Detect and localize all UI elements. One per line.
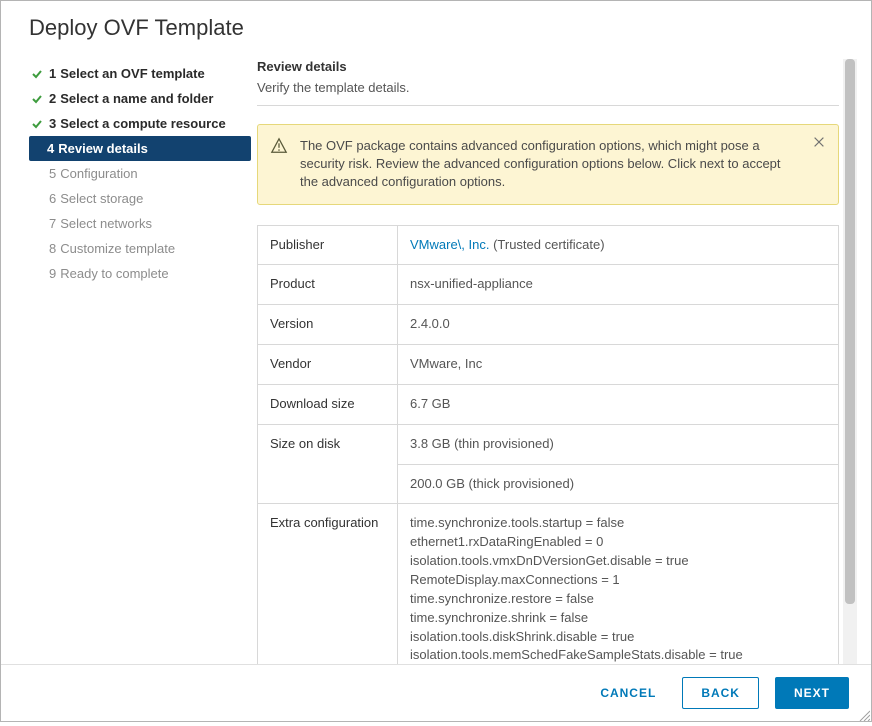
- vertical-scrollbar[interactable]: [843, 59, 857, 664]
- row-size-thin: Size on disk 3.8 GB (thin provisioned): [258, 424, 839, 464]
- step-label: Ready to complete: [60, 266, 168, 281]
- deploy-ovf-dialog: Deploy OVF Template 1 Select an OVF temp…: [1, 1, 871, 721]
- row-version: Version 2.4.0.0: [258, 305, 839, 345]
- publisher-link[interactable]: VMware\, Inc.: [410, 237, 489, 252]
- check-icon: [29, 118, 45, 130]
- check-icon: [29, 68, 45, 80]
- details-table: Publisher VMware\, Inc. (Trusted certifi…: [257, 225, 839, 664]
- cancel-button[interactable]: CANCEL: [590, 678, 666, 708]
- row-size-thick: 200.0 GB (thick provisioned): [258, 464, 839, 504]
- step-8: 8 Customize template: [29, 236, 251, 261]
- scrollbar-thumb[interactable]: [845, 59, 855, 604]
- dialog-title: Deploy OVF Template: [1, 1, 871, 51]
- step-7: 7 Select networks: [29, 211, 251, 236]
- next-button[interactable]: NEXT: [775, 677, 849, 709]
- extra-config-value: time.synchronize.tools.startup = false e…: [398, 504, 839, 664]
- close-icon[interactable]: [812, 135, 828, 151]
- row-download: Download size 6.7 GB: [258, 384, 839, 424]
- step-3[interactable]: 3 Select a compute resource: [29, 111, 251, 136]
- resize-handle-icon[interactable]: [858, 708, 870, 720]
- check-icon: [29, 93, 45, 105]
- row-product: Product nsx-unified-appliance: [258, 265, 839, 305]
- step-9: 9 Ready to complete: [29, 261, 251, 286]
- warning-alert: The OVF package contains advanced config…: [257, 124, 839, 205]
- step-label: Select storage: [60, 191, 143, 206]
- row-publisher: Publisher VMware\, Inc. (Trusted certifi…: [258, 225, 839, 265]
- row-vendor: Vendor VMware, Inc: [258, 345, 839, 385]
- publisher-suffix: (Trusted certificate): [489, 237, 604, 252]
- wizard-content: Review details Verify the template detai…: [251, 51, 863, 664]
- step-label: Customize template: [60, 241, 175, 256]
- step-6: 6 Select storage: [29, 186, 251, 211]
- wizard-sidebar: 1 Select an OVF template 2 Select a name…: [29, 51, 251, 664]
- step-label: Select a name and folder: [60, 91, 213, 106]
- step-1[interactable]: 1 Select an OVF template: [29, 61, 251, 86]
- step-label: Select networks: [60, 216, 152, 231]
- warning-icon: [270, 137, 288, 155]
- dialog-body: 1 Select an OVF template 2 Select a name…: [1, 51, 871, 664]
- step-2[interactable]: 2 Select a name and folder: [29, 86, 251, 111]
- section-subtitle: Verify the template details.: [257, 80, 839, 106]
- row-extra-config: Extra configuration time.synchronize.too…: [258, 504, 839, 664]
- step-label: Select a compute resource: [60, 116, 225, 131]
- back-button[interactable]: BACK: [682, 677, 759, 709]
- alert-text: The OVF package contains advanced config…: [300, 138, 781, 189]
- step-label: Configuration: [60, 166, 137, 181]
- dialog-footer: CANCEL BACK NEXT: [1, 664, 871, 721]
- step-label: Select an OVF template: [60, 66, 205, 81]
- step-4[interactable]: 4 Review details: [29, 136, 251, 161]
- section-title: Review details: [257, 59, 839, 74]
- step-5: 5 Configuration: [29, 161, 251, 186]
- step-label: Review details: [58, 141, 148, 156]
